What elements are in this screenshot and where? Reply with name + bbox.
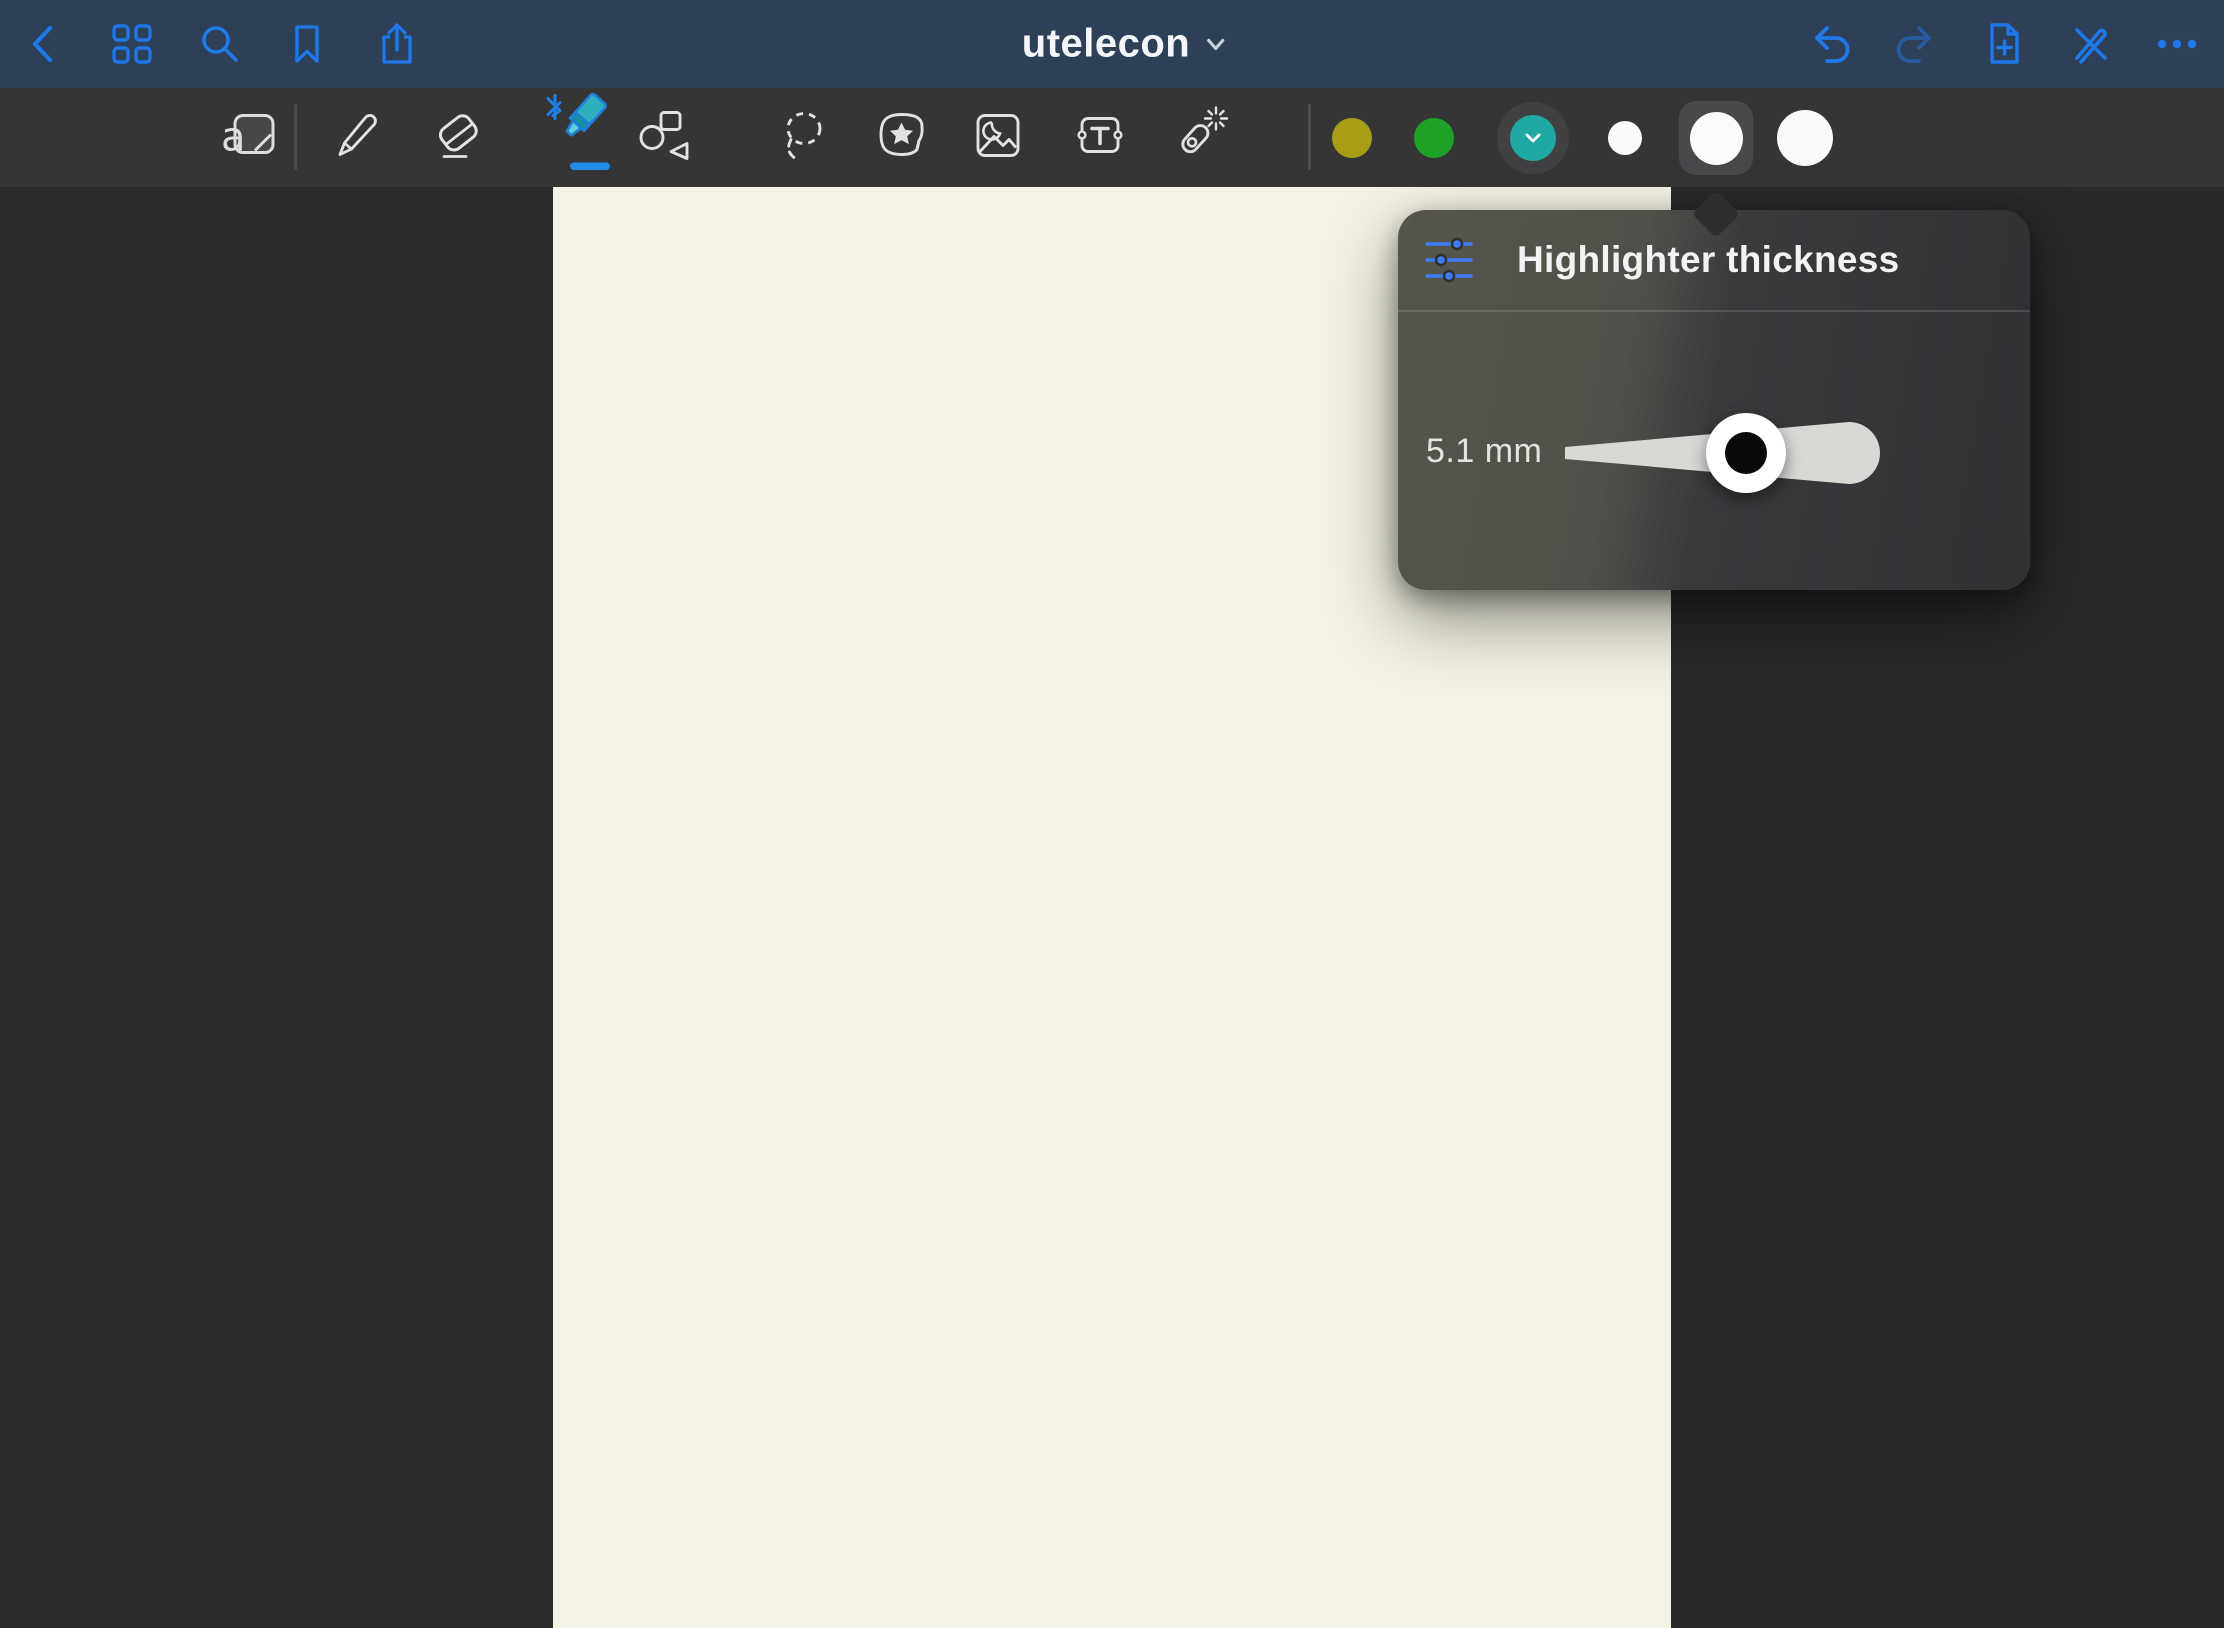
shapes-tool[interactable] — [635, 106, 695, 171]
redo-button[interactable] — [1893, 20, 1941, 68]
lasso-icon — [774, 106, 832, 166]
color-swatch-green[interactable] — [1414, 118, 1454, 158]
stickers-tool[interactable] — [873, 108, 931, 169]
highlighter-tool[interactable] — [534, 89, 618, 182]
share-button[interactable] — [374, 21, 420, 67]
toolbar-separator — [294, 104, 297, 170]
thickness-slider-thumb-dot — [1725, 432, 1767, 474]
bookmark-button[interactable] — [285, 22, 329, 66]
color-swatch-teal — [1510, 115, 1556, 161]
thickness-slider-thumb[interactable] — [1706, 413, 1786, 493]
toolbar-separator — [1308, 104, 1311, 170]
thickness-preset-small[interactable] — [1608, 121, 1642, 155]
thickness-preset-medium-dot — [1690, 112, 1743, 165]
pen-tool[interactable] — [328, 108, 384, 169]
search-icon — [197, 21, 243, 67]
lasso-tool[interactable] — [774, 106, 832, 171]
eraser-tool[interactable] — [429, 107, 487, 170]
page-grid-icon — [109, 21, 155, 67]
more-icon — [2153, 20, 2201, 68]
canvas-background-left — [0, 187, 553, 1628]
add-page-button[interactable] — [1980, 20, 2028, 68]
stop-annotating-button[interactable] — [2067, 20, 2115, 68]
back-icon — [23, 22, 67, 66]
thickness-value: 5.1 mm — [1426, 432, 1542, 471]
thickness-preset-large[interactable] — [1777, 110, 1833, 166]
image-tool[interactable] — [969, 107, 1027, 170]
pen-disabled-icon — [2067, 20, 2115, 68]
back-button[interactable] — [23, 22, 67, 66]
app-window: utelecon — [0, 0, 2224, 1628]
chevron-down-icon — [1524, 132, 1542, 144]
add-page-icon — [1980, 20, 2028, 68]
zoom-window-tool[interactable]: a — [219, 107, 281, 170]
image-icon — [969, 107, 1027, 165]
highlighter-thickness-popover: Highlighter thickness 5.1 mm — [1398, 210, 2030, 590]
laser-pointer-tool[interactable] — [1169, 105, 1231, 172]
popover-header: Highlighter thickness — [1398, 210, 2030, 312]
text-tool[interactable] — [1071, 107, 1129, 170]
search-button[interactable] — [197, 21, 243, 67]
active-tool-underline — [570, 163, 610, 171]
undo-icon — [1805, 20, 1853, 68]
bookmark-icon — [285, 22, 329, 66]
text-icon — [1071, 107, 1129, 165]
color-swatch-olive[interactable] — [1332, 118, 1372, 158]
tool-bar: a — [0, 88, 2224, 187]
navigation-bar: utelecon — [0, 0, 2224, 88]
eraser-icon — [429, 107, 487, 165]
svg-text:a: a — [221, 115, 246, 161]
shapes-icon — [635, 106, 695, 166]
sliders-icon — [1424, 236, 1474, 284]
share-icon — [374, 21, 420, 67]
document-title-button[interactable]: utelecon — [1022, 22, 1228, 67]
color-swatch-teal-selected[interactable] — [1497, 102, 1569, 174]
document-title: utelecon — [1022, 22, 1190, 67]
bluetooth-icon — [548, 96, 560, 119]
page-grid-button[interactable] — [109, 21, 155, 67]
redo-icon — [1893, 20, 1941, 68]
popover-title: Highlighter thickness — [1517, 210, 1900, 310]
more-button[interactable] — [2153, 20, 2201, 68]
undo-button[interactable] — [1805, 20, 1853, 68]
chevron-down-icon — [1204, 34, 1228, 54]
highlighter-icon — [534, 89, 618, 177]
pen-icon — [328, 108, 384, 164]
stickers-icon — [873, 108, 931, 164]
thickness-preset-medium-selected[interactable] — [1679, 101, 1753, 175]
laser-pointer-icon — [1169, 105, 1231, 167]
zoom-window-icon: a — [219, 107, 281, 165]
